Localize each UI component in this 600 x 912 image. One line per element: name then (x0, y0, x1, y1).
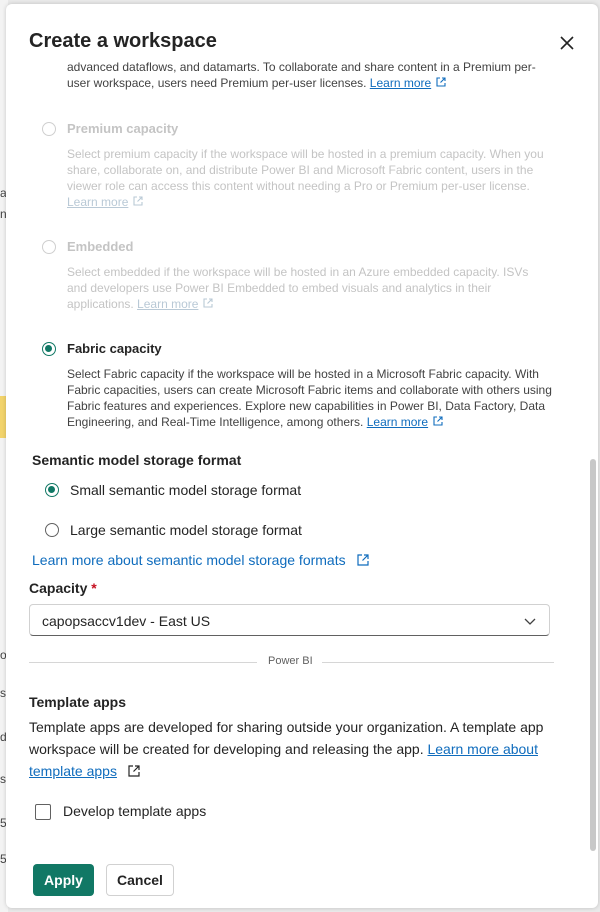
embedded-radio[interactable] (42, 240, 56, 254)
premium-learn-more-link[interactable]: Learn more (67, 195, 128, 209)
template-apps-description: Template apps are developed for sharing … (29, 716, 569, 782)
description-line: Fabric features and experiences. Explore… (67, 399, 546, 413)
external-link-icon (357, 554, 369, 566)
external-link-icon (433, 416, 443, 426)
develop-template-apps-checkbox[interactable] (35, 804, 51, 820)
description-line: share, collaborate on, and distribute Po… (67, 163, 534, 177)
external-link-icon (203, 298, 213, 308)
required-mark: * (91, 580, 97, 596)
dialog-title: Create a workspace (29, 30, 217, 52)
intro-line: advanced dataflows, and datamarts. To co… (67, 60, 536, 74)
fabric-capacity-label: Fabric capacity (67, 341, 162, 356)
small-storage-label: Small semantic model storage format (70, 482, 302, 498)
intro-line: user workspace, users need Premium per-u… (67, 75, 557, 91)
capacity-value: capopsaccv1dev - East US (42, 613, 211, 629)
storage-formats-link-row: Learn more about semantic model storage … (32, 552, 370, 568)
description-line: Fabric capacities, users can create Micr… (67, 383, 552, 397)
large-storage-label: Large semantic model storage format (70, 522, 302, 538)
storage-format-heading: Semantic model storage format (32, 452, 242, 468)
description-line: Select premium capacity if the workspace… (67, 147, 544, 161)
develop-template-apps-label: Develop template apps (63, 803, 207, 819)
embedded-description: Select embedded if the workspace will be… (67, 264, 562, 312)
embedded-label: Embedded (67, 239, 134, 254)
chevron-down-icon (524, 618, 536, 625)
description-line: Select embedded if the workspace will be… (67, 265, 529, 279)
premium-capacity-radio[interactable] (42, 122, 56, 136)
intro-learn-more-link[interactable]: Learn more (370, 76, 431, 90)
create-workspace-dialog: Create a workspace advanced dataflows, a… (6, 4, 598, 908)
external-link-icon (128, 765, 140, 777)
capacity-label: Capacity * (29, 580, 97, 596)
large-storage-radio[interactable] (45, 523, 59, 537)
description-line: Learn more (67, 194, 562, 210)
cancel-button[interactable]: Cancel (106, 864, 174, 896)
fabric-capacity-radio[interactable] (42, 342, 56, 356)
description-line: viewer role can access this content with… (67, 179, 530, 193)
intro-description: advanced dataflows, and datamarts. To co… (67, 59, 557, 91)
capacity-dropdown[interactable]: capopsaccv1dev - East US (29, 604, 550, 636)
fabric-learn-more-link[interactable]: Learn more (367, 415, 428, 429)
description-line: and developers use Power BI Embedded to … (67, 281, 492, 295)
description-line: applications. Learn more (67, 296, 562, 312)
external-link-icon (436, 77, 446, 87)
fabric-capacity-description: Select Fabric capacity if the workspace … (67, 366, 562, 430)
template-apps-heading: Template apps (29, 694, 126, 710)
external-link-icon (133, 196, 143, 206)
divider-label: Power BI (268, 655, 313, 667)
storage-formats-learn-more-link[interactable]: Learn more about semantic model storage … (32, 552, 346, 568)
template-apps-link-continued[interactable]: template apps (29, 763, 117, 779)
description-line: template apps (29, 760, 569, 782)
small-storage-radio[interactable] (45, 483, 59, 497)
premium-capacity-label: Premium capacity (67, 121, 179, 136)
template-apps-learn-more-link[interactable]: Learn more about (427, 741, 538, 757)
description-line: Select Fabric capacity if the workspace … (67, 367, 539, 381)
embedded-learn-more-link[interactable]: Learn more (137, 297, 198, 311)
divider-line (322, 662, 554, 663)
close-icon[interactable] (556, 32, 578, 54)
premium-capacity-description: Select premium capacity if the workspace… (67, 146, 562, 210)
description-line: Engineering, and Real-Time Intelligence,… (67, 414, 562, 430)
divider-line (29, 662, 257, 663)
apply-button[interactable]: Apply (33, 864, 94, 896)
description-line: Template apps are developed for sharing … (29, 719, 544, 735)
scrollbar-thumb[interactable] (590, 459, 596, 851)
description-line: workspace will be created for developing… (29, 741, 538, 757)
